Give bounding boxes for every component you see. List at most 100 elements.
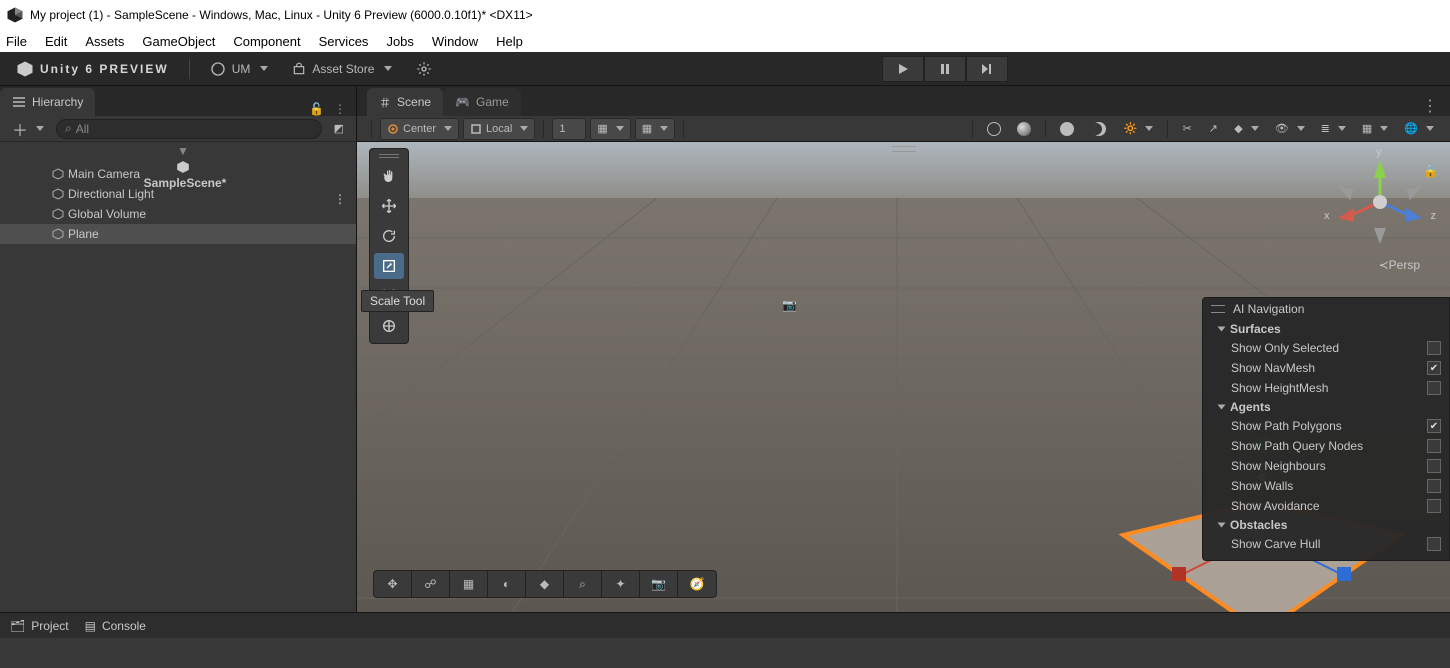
checkbox[interactable] xyxy=(1427,537,1441,551)
gizmo-globe-icon: 🌐 xyxy=(1404,122,1418,135)
tab-project[interactable]: 🗂 Project xyxy=(10,619,69,633)
overlay-drag-handle[interactable] xyxy=(892,146,916,152)
pivot-dropdown[interactable]: Center xyxy=(380,118,459,140)
orientation-gizmo[interactable]: x z y xyxy=(1330,152,1430,252)
account-dropdown[interactable]: UM xyxy=(202,57,277,81)
gizmo-lock-icon[interactable]: 🔒 xyxy=(1423,164,1438,178)
overlay-shading-icon[interactable]: ◐ xyxy=(488,571,526,597)
pause-button[interactable] xyxy=(924,56,966,82)
grid-snap-icon: ▦ xyxy=(597,122,607,135)
settings-icon[interactable] xyxy=(408,57,440,81)
pivot-icon xyxy=(387,123,399,135)
increment-snap-dropdown[interactable]: ▦ xyxy=(635,118,675,140)
hierarchy-item-global-volume[interactable]: Global Volume xyxy=(0,204,356,224)
menu-gameobject[interactable]: GameObject xyxy=(142,34,215,49)
overlay-camera-icon[interactable]: 📷 xyxy=(640,571,678,597)
unity-cube-icon xyxy=(176,160,190,174)
overlay-gizmo-icon[interactable]: ✦ xyxy=(602,571,640,597)
grid-step-field[interactable]: 1 xyxy=(552,118,586,140)
row-show-avoidance[interactable]: Show Avoidance xyxy=(1203,496,1449,516)
panel-menu-icon[interactable]: ⋮ xyxy=(1422,98,1438,115)
expand-icon[interactable]: ▼ xyxy=(177,144,189,158)
layers-dropdown[interactable]: ◆ xyxy=(1228,118,1264,140)
checkbox[interactable] xyxy=(1427,439,1441,453)
menu-jobs[interactable]: Jobs xyxy=(386,34,413,49)
game-icon: 🎮 xyxy=(455,95,470,109)
menu-help[interactable]: Help xyxy=(496,34,523,49)
menu-window[interactable]: Window xyxy=(432,34,478,49)
overlay-search-icon[interactable]: ⌕ xyxy=(564,571,602,597)
hierarchy-search[interactable]: ⌕ All xyxy=(56,119,322,139)
panel-menu-icon[interactable]: ⋮ xyxy=(334,102,346,116)
projection-label[interactable]: ≺Persp xyxy=(1379,258,1420,272)
menu-edit[interactable]: Edit xyxy=(45,34,67,49)
checkbox[interactable] xyxy=(1427,479,1441,493)
rotate-tool[interactable] xyxy=(374,223,404,249)
row-show-walls[interactable]: Show Walls xyxy=(1203,476,1449,496)
overlay-compass-icon[interactable]: 🧭 xyxy=(678,571,716,597)
draw-mode-wireframe-icon[interactable] xyxy=(981,118,1007,140)
overlay-orientation-icon[interactable]: ☍ xyxy=(412,571,450,597)
grid-snap-dropdown[interactable]: ▦ xyxy=(590,118,630,140)
checkbox[interactable] xyxy=(1427,419,1441,433)
row-show-path-polygons[interactable]: Show Path Polygons xyxy=(1203,416,1449,436)
menu-component[interactable]: Component xyxy=(233,34,300,49)
row-show-carve-hull[interactable]: Show Carve Hull xyxy=(1203,534,1449,554)
checkbox[interactable] xyxy=(1427,499,1441,513)
gizmos-dropdown[interactable]: 🌐 xyxy=(1398,118,1440,140)
tab-game[interactable]: 🎮 Game xyxy=(443,88,521,116)
menu-services[interactable]: Services xyxy=(319,34,369,49)
hand-tool[interactable] xyxy=(374,163,404,189)
row-show-neighbours[interactable]: Show Neighbours xyxy=(1203,456,1449,476)
menu-assets[interactable]: Assets xyxy=(85,34,124,49)
scene-menu-icon[interactable]: ⋮ xyxy=(334,192,346,206)
layers-stack-icon[interactable]: ≣ xyxy=(1315,118,1352,140)
hierarchy-type-filter-icon[interactable]: ◩ xyxy=(328,118,350,140)
toolstrip-drag-handle[interactable] xyxy=(374,153,404,159)
row-show-only-selected[interactable]: Show Only Selected xyxy=(1203,338,1449,358)
overlay-drag-handle[interactable] xyxy=(1211,305,1225,313)
gizmo-2d-icon[interactable]: ↗ xyxy=(1202,118,1224,140)
section-agents[interactable]: Agents xyxy=(1203,398,1449,416)
audio-toggle-icon[interactable]: 🔆 xyxy=(1118,118,1160,140)
overlay-layers-icon[interactable]: ◆ xyxy=(526,571,564,597)
skybox-toggle-icon[interactable] xyxy=(1054,118,1080,140)
step-button[interactable] xyxy=(966,56,1008,82)
checkbox[interactable] xyxy=(1427,341,1441,355)
menu-file[interactable]: File xyxy=(6,34,27,49)
move-tool[interactable] xyxy=(374,193,404,219)
lighting-toggle-icon[interactable] xyxy=(1084,118,1114,140)
panel-lock-icon[interactable]: 🔓 xyxy=(309,102,324,116)
fx-toggle-icon[interactable]: ✂ xyxy=(1176,118,1198,140)
checkbox[interactable] xyxy=(1427,381,1441,395)
camera-dropdown[interactable]: ▦ xyxy=(1356,118,1394,140)
create-dropdown[interactable]: ＋ xyxy=(6,118,50,140)
scale-tool[interactable] xyxy=(374,253,404,279)
checkbox[interactable] xyxy=(1427,459,1441,473)
row-show-heightmesh[interactable]: Show HeightMesh xyxy=(1203,378,1449,398)
transform-tool[interactable] xyxy=(374,313,404,339)
overlay-move-icon[interactable]: ✥ xyxy=(374,571,412,597)
menu-bar: File Edit Assets GameObject Component Se… xyxy=(0,30,1450,52)
tab-console[interactable]: ▤ Console xyxy=(85,619,146,633)
tab-hierarchy[interactable]: Hierarchy xyxy=(0,88,95,116)
camera-gizmo-icon[interactable]: 📷 xyxy=(782,298,797,312)
overlay-grid-icon[interactable]: ▦ xyxy=(450,571,488,597)
asset-store-dropdown[interactable]: Asset Store xyxy=(284,57,400,81)
hierarchy-item-plane[interactable]: Plane xyxy=(0,224,356,244)
scene-viewport[interactable]: Scale Tool 📷 xyxy=(357,142,1450,612)
draw-mode-shaded-icon[interactable] xyxy=(1011,118,1037,140)
space-dropdown[interactable]: Local xyxy=(463,118,535,140)
section-obstacles[interactable]: Obstacles xyxy=(1203,516,1449,534)
visibility-dropdown[interactable]: 👁 xyxy=(1269,118,1311,140)
scene-root[interactable]: ▼ SampleScene* ⋮ xyxy=(0,144,356,164)
row-show-navmesh[interactable]: Show NavMesh xyxy=(1203,358,1449,378)
checkbox[interactable] xyxy=(1427,361,1441,375)
search-icon: ⌕ xyxy=(65,121,72,136)
row-show-path-query-nodes[interactable]: Show Path Query Nodes xyxy=(1203,436,1449,456)
section-surfaces[interactable]: Surfaces xyxy=(1203,320,1449,338)
play-button[interactable] xyxy=(882,56,924,82)
scene-overlay-toolbar: ✥ ☍ ▦ ◐ ◆ ⌕ ✦ 📷 🧭 xyxy=(373,570,717,598)
tab-scene[interactable]: ＃ Scene xyxy=(367,88,443,116)
camera-icon: ▦ xyxy=(1362,122,1372,135)
